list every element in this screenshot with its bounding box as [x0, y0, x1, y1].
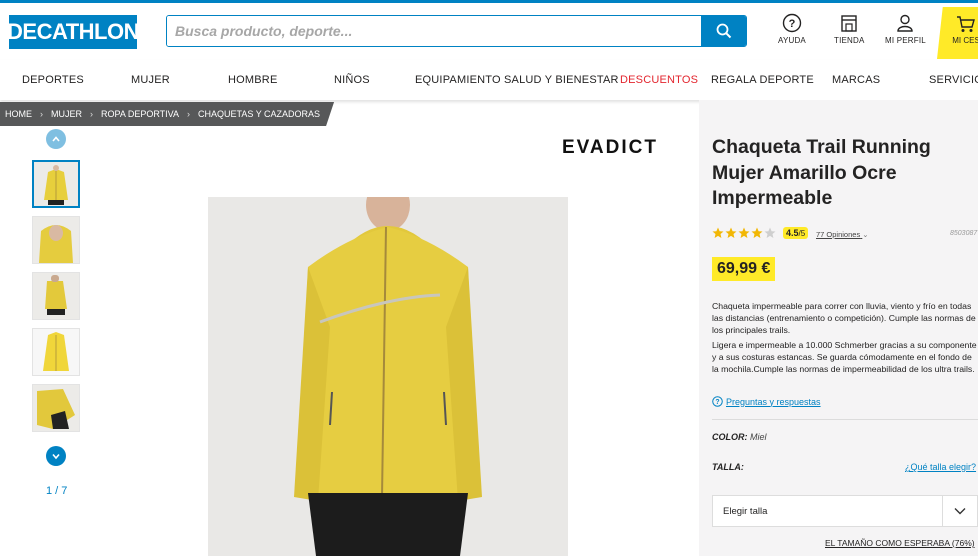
profile-label: MI PERFIL — [885, 36, 926, 45]
jacket-hood-thumb-image — [33, 217, 79, 263]
stars-icon — [712, 227, 776, 238]
chevron-down-icon — [52, 453, 60, 460]
chevron-up-icon — [52, 136, 60, 142]
thumbnail-3[interactable] — [32, 272, 80, 320]
nav-item-descuentos[interactable]: DESCUENTOS — [620, 74, 698, 86]
search-button[interactable] — [701, 16, 746, 46]
color-label: COLOR: — [712, 432, 748, 442]
nav-item-ninos[interactable]: NIÑOS — [334, 74, 370, 86]
nav-item-servicios[interactable]: SERVICIOS — [929, 74, 978, 86]
thumbnail-5[interactable] — [32, 384, 80, 432]
brand-logo[interactable]: EVADICT — [562, 137, 658, 159]
profile-link[interactable]: MI PERFIL — [885, 13, 926, 45]
chevron-right-icon: › — [40, 109, 43, 119]
jacket-detail-thumb-image — [33, 385, 79, 431]
nav-item-equipamiento[interactable]: EQUIPAMIENTO — [415, 74, 501, 86]
chevron-down-icon: ⌄ — [862, 230, 869, 239]
star-rating — [712, 227, 776, 239]
site-header: DECATHLON ? AYUDA TIENDA MI PERFIL MI CE… — [0, 3, 978, 60]
size-guide-link[interactable]: ¿Qué talla elegir? — [905, 462, 976, 472]
rating-max: /5 — [798, 229, 806, 238]
search-bar — [166, 15, 747, 47]
description-paragraph-1: Chaqueta impermeable para correr con llu… — [712, 301, 976, 335]
product-title: Chaqueta Trail Running Mujer Amarillo Oc… — [712, 136, 931, 209]
nav-item-regala[interactable]: REGALA DEPORTE — [711, 74, 814, 86]
store-link[interactable]: TIENDA — [834, 13, 865, 45]
main-nav: DEPORTES MUJER HOMBRE NIÑOS EQUIPAMIENTO… — [0, 60, 978, 100]
qa-label: Preguntas y respuestas — [726, 396, 821, 407]
size-select-toggle[interactable] — [942, 496, 977, 526]
search-icon — [716, 23, 731, 39]
cart-button[interactable]: MI CES — [937, 7, 978, 59]
thumbnail-2[interactable] — [32, 216, 80, 264]
nav-item-marcas[interactable]: MARCAS — [832, 74, 880, 86]
size-label: TALLA: — [712, 462, 744, 472]
jacket-side-thumb-image — [33, 273, 79, 319]
color-info: COLOR: Miel — [712, 432, 767, 442]
qa-link[interactable]: ? Preguntas y respuestas — [712, 396, 821, 407]
size-fit-feedback[interactable]: EL TAMAÑO COMO ESPERABA (76%) — [825, 538, 975, 548]
user-icon — [897, 14, 914, 32]
divider — [712, 419, 978, 420]
svg-text:?: ? — [715, 399, 719, 406]
product-reference: 8503087 — [950, 230, 978, 237]
nav-item-hombre[interactable]: HOMBRE — [228, 74, 277, 86]
chevron-right-icon: › — [90, 109, 93, 119]
jacket-main-image — [208, 197, 568, 556]
reviews-label: 77 Opiniones — [816, 230, 861, 239]
search-input[interactable] — [167, 16, 701, 46]
product-description: Chaqueta impermeable para correr con llu… — [712, 301, 978, 376]
rating-badge: 4.5/5 — [783, 227, 809, 239]
nav-item-deportes[interactable]: DEPORTES — [22, 74, 84, 86]
breadcrumb-ropa[interactable]: ROPA DEPORTIVA — [101, 109, 179, 119]
store-icon — [841, 15, 857, 32]
svg-text:?: ? — [789, 18, 796, 30]
cart-icon — [957, 16, 975, 32]
product-price: 69,99 € — [712, 257, 776, 281]
chevron-right-icon: › — [187, 109, 191, 119]
rating-value: 4.5 — [786, 228, 799, 238]
store-label: TIENDA — [834, 36, 865, 45]
size-select-value: Elegir talla — [723, 505, 768, 517]
breadcrumb-home[interactable]: HOME — [5, 109, 32, 119]
reviews-link[interactable]: 77 Opiniones ⌄ — [816, 230, 869, 239]
main-product-image[interactable] — [208, 197, 568, 556]
help-link[interactable]: ? AYUDA — [778, 13, 806, 45]
decathlon-logo[interactable]: DECATHLON — [7, 15, 139, 49]
gallery-counter: 1 / 7 — [46, 485, 68, 497]
thumbnail-4[interactable] — [32, 328, 80, 376]
breadcrumb: HOME › MUJER › ROPA DEPORTIVA › CHAQUETA… — [0, 102, 334, 126]
color-value: Miel — [750, 432, 767, 442]
nav-item-salud[interactable]: SALUD Y BIENESTAR — [504, 74, 619, 86]
nav-item-mujer[interactable]: MUJER — [131, 74, 170, 86]
thumbnail-1[interactable] — [32, 160, 80, 208]
size-select[interactable]: Elegir talla — [712, 495, 978, 527]
question-circle-icon: ? — [712, 396, 723, 407]
breadcrumb-mujer[interactable]: MUJER — [51, 109, 82, 119]
help-label: AYUDA — [778, 36, 806, 45]
breadcrumb-chaquetas[interactable]: CHAQUETAS Y CAZADORAS — [198, 109, 320, 119]
help-icon: ? — [782, 13, 802, 33]
chevron-down-icon — [954, 508, 966, 515]
cart-label: MI CES — [952, 36, 978, 45]
jacket-product-thumb-image — [33, 329, 79, 375]
gallery-down-button[interactable] — [46, 446, 66, 466]
description-paragraph-2: Ligera e impermeable a 10.000 Schmerber … — [712, 340, 977, 374]
gallery-up-button[interactable] — [46, 129, 66, 149]
jacket-front-thumb-image — [34, 162, 78, 206]
